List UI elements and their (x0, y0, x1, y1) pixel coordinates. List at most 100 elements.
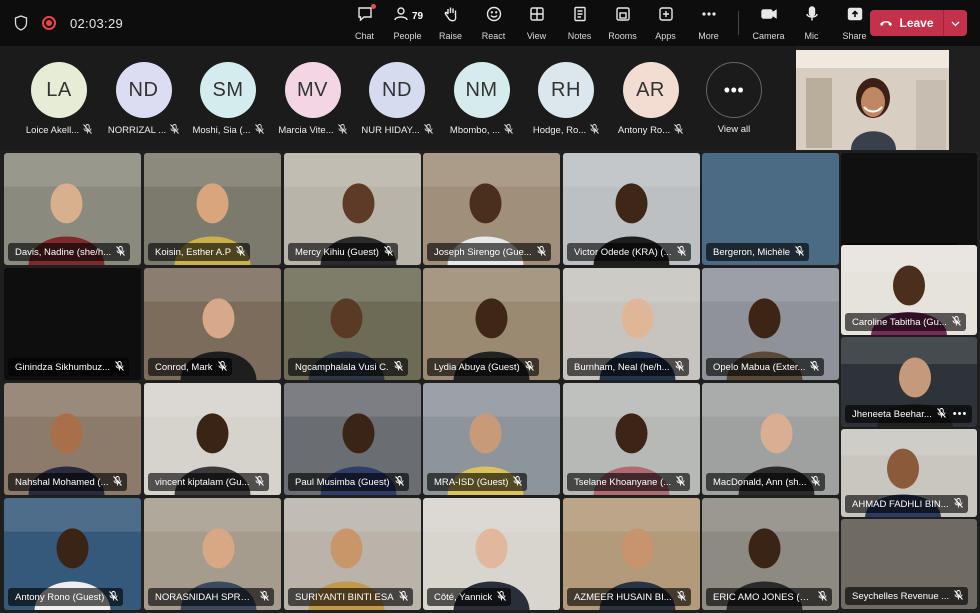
participant-video-tile[interactable]: Tselane Khoanyane (... (563, 383, 700, 495)
mic-off-icon (170, 124, 179, 137)
camera-button[interactable]: Camera (747, 0, 790, 46)
participant-video-tile[interactable]: NORASNIDAH SPRM... (144, 498, 281, 610)
teams-meeting-window: 02:03:29 Chat 79 People Raise React View… (0, 0, 980, 613)
raise-hand-button[interactable]: Raise (429, 0, 472, 46)
mic-off-icon (398, 590, 408, 604)
participant-name: Jheneeta Beehar... (852, 408, 932, 420)
self-video-preview[interactable] (796, 50, 949, 150)
participant-avatar[interactable]: ND NORRIZAL ... (102, 62, 186, 137)
people-label: People (393, 31, 422, 41)
chat-button[interactable]: Chat (343, 0, 386, 46)
participant-video-tile[interactable]: Opelo Mabua (Exter... (702, 268, 839, 380)
mic-off-icon (384, 245, 393, 259)
participant-video-tile[interactable]: Mercy Kihiu (Guest) (284, 153, 421, 265)
participant-video-tile[interactable]: Bergeron, Michèle (702, 153, 839, 265)
participant-video-tile[interactable]: Davis, Nadine (she/h... (4, 153, 141, 265)
participant-video-tile[interactable]: AZMEER HUSAIN BI... (563, 498, 700, 610)
mic-off-icon (811, 475, 821, 489)
participant-name: Seychelles Revenue ... (852, 590, 950, 602)
participant-avatar[interactable]: ND NUR HIDAY... (355, 62, 439, 137)
people-button[interactable]: 79 People (386, 0, 429, 46)
react-button[interactable]: React (472, 0, 515, 46)
participant-video-tile[interactable]: vincent kiptalam (Gu... (144, 383, 281, 495)
participant-name-label: Mercy Kihiu (Guest) (288, 243, 398, 261)
participant-avatar[interactable]: SM Moshi, Sia (... (186, 62, 270, 137)
view-button[interactable]: View (515, 0, 558, 46)
camera-icon (760, 5, 778, 28)
participant-name-label: Antony Rono (Guest) (8, 588, 124, 606)
mic-off-icon (676, 475, 686, 489)
participant-avatar[interactable]: RH Hodge, Ro... (524, 62, 608, 137)
participant-name: NORASNIDAH SPRM... (155, 591, 255, 603)
participant-video-tile[interactable]: Lydia Abuya (Guest) (423, 268, 560, 380)
participant-video-tile[interactable]: Conrod, Mark (144, 268, 281, 380)
participant-name-label: MRA-ISD (Guest) (427, 473, 528, 491)
participant-name-label: AZMEER HUSAIN BI... (567, 588, 691, 606)
participant-video-tile[interactable]: Ngcamphalala Vusi C. (284, 268, 421, 380)
avatar-name: Hodge, Ro... (532, 125, 587, 136)
participant-name: Koisin, Esther A.P (155, 246, 232, 258)
participant-video-tile[interactable]: Jheneeta Beehar... ••• (841, 337, 977, 427)
leave-button[interactable]: Leave (870, 10, 967, 36)
participant-avatar[interactable]: LA Loice Akell... (17, 62, 101, 137)
leave-main[interactable]: Leave (870, 16, 943, 30)
participant-name: Tselane Khoanyane (... (574, 476, 672, 488)
participant-video-tile[interactable]: Koisin, Esther A.P (144, 153, 281, 265)
participant-video-tile[interactable]: Caroline Tabitha (Gu... (841, 245, 977, 335)
participant-name: Nahshal Mohamed (... (15, 476, 109, 488)
participant-video-tile[interactable]: Joseph Sirengo (Gue... (423, 153, 560, 265)
participant-video-tile[interactable]: MRA-ISD (Guest) (423, 383, 560, 495)
participant-video-tile[interactable]: Nahshal Mohamed (... (4, 383, 141, 495)
more-button[interactable]: More (687, 0, 730, 46)
mic-off-icon (115, 360, 124, 374)
mic-off-icon (590, 124, 600, 137)
mic-button[interactable]: Mic (790, 0, 833, 46)
participant-name-label: Lydia Abuya (Guest) (427, 358, 539, 376)
participant-video-tile[interactable]: Ginindza Sikhumbuz... (4, 268, 141, 380)
react-label: React (481, 31, 506, 41)
apps-button[interactable]: Apps (644, 0, 687, 46)
mic-off-icon (497, 590, 507, 604)
mic-off-icon (423, 124, 433, 137)
mic-off-icon (676, 590, 686, 604)
participant-avatar[interactable]: MV Marcia Vite... (271, 62, 355, 137)
tile-more-options-icon[interactable]: ••• (953, 408, 968, 420)
participant-name: Caroline Tabitha (Gu... (852, 316, 947, 328)
leave-options-dropdown[interactable] (943, 10, 967, 36)
participant-video-tile[interactable]: Burnham, Neal (he/h... (563, 268, 700, 380)
notes-icon (571, 5, 589, 28)
participant-name: MRA-ISD (Guest) (434, 476, 509, 488)
participant-name: Victor Odede (KRA) (... (574, 246, 672, 258)
toolbar-divider (738, 11, 739, 35)
avatar-initials: LA (31, 62, 87, 118)
participant-video-tile[interactable]: Victor Odede (KRA) (... (563, 153, 700, 265)
participant-video-tile[interactable]: Antony Rono (Guest) (4, 498, 141, 610)
participant-video-tile[interactable]: ERIC AMO JONES (G... (702, 498, 839, 610)
participant-video-tile[interactable]: Paul Musimba (Guest) (284, 383, 421, 495)
participant-name-label: Davis, Nadine (she/h... (8, 243, 131, 261)
mic-off-icon (953, 497, 963, 511)
avatar-name: Mbombo, ... (449, 125, 501, 136)
participant-name-label: vincent kiptalam (Gu... (148, 473, 269, 491)
notes-button[interactable]: Notes (558, 0, 601, 46)
participant-avatar[interactable]: AR Antony Ro... (609, 62, 693, 137)
view-all-label: View all (717, 124, 751, 135)
view-all-button[interactable]: ••• View all (692, 62, 776, 135)
participant-video-tile[interactable]: AHMAD FADHLI BIN... (841, 429, 977, 517)
participant-video-tile[interactable]: Côté, Yannick (423, 498, 560, 610)
participant-video-tile[interactable]: SURIYANTI BINTI ESA (284, 498, 421, 610)
avatar-initials: NM (453, 62, 510, 118)
grid-view-icon (528, 5, 546, 28)
notes-label: Notes (567, 31, 592, 41)
mic-off-icon (337, 124, 347, 137)
participant-name: vincent kiptalam (Gu... (155, 476, 250, 488)
rooms-button[interactable]: Rooms (601, 0, 644, 46)
camera-label: Camera (752, 31, 785, 41)
participant-video-tile[interactable]: MacDonald, Ann (sh... (702, 383, 839, 495)
mic-off-icon (936, 407, 946, 421)
view-label: View (526, 31, 547, 41)
participant-name: Ginindza Sikhumbuz... (15, 361, 111, 373)
leave-label: Leave (899, 16, 934, 30)
participant-avatar[interactable]: NM Mbombo, ... (440, 62, 524, 137)
participant-video-tile[interactable]: Seychelles Revenue ... (841, 519, 977, 609)
